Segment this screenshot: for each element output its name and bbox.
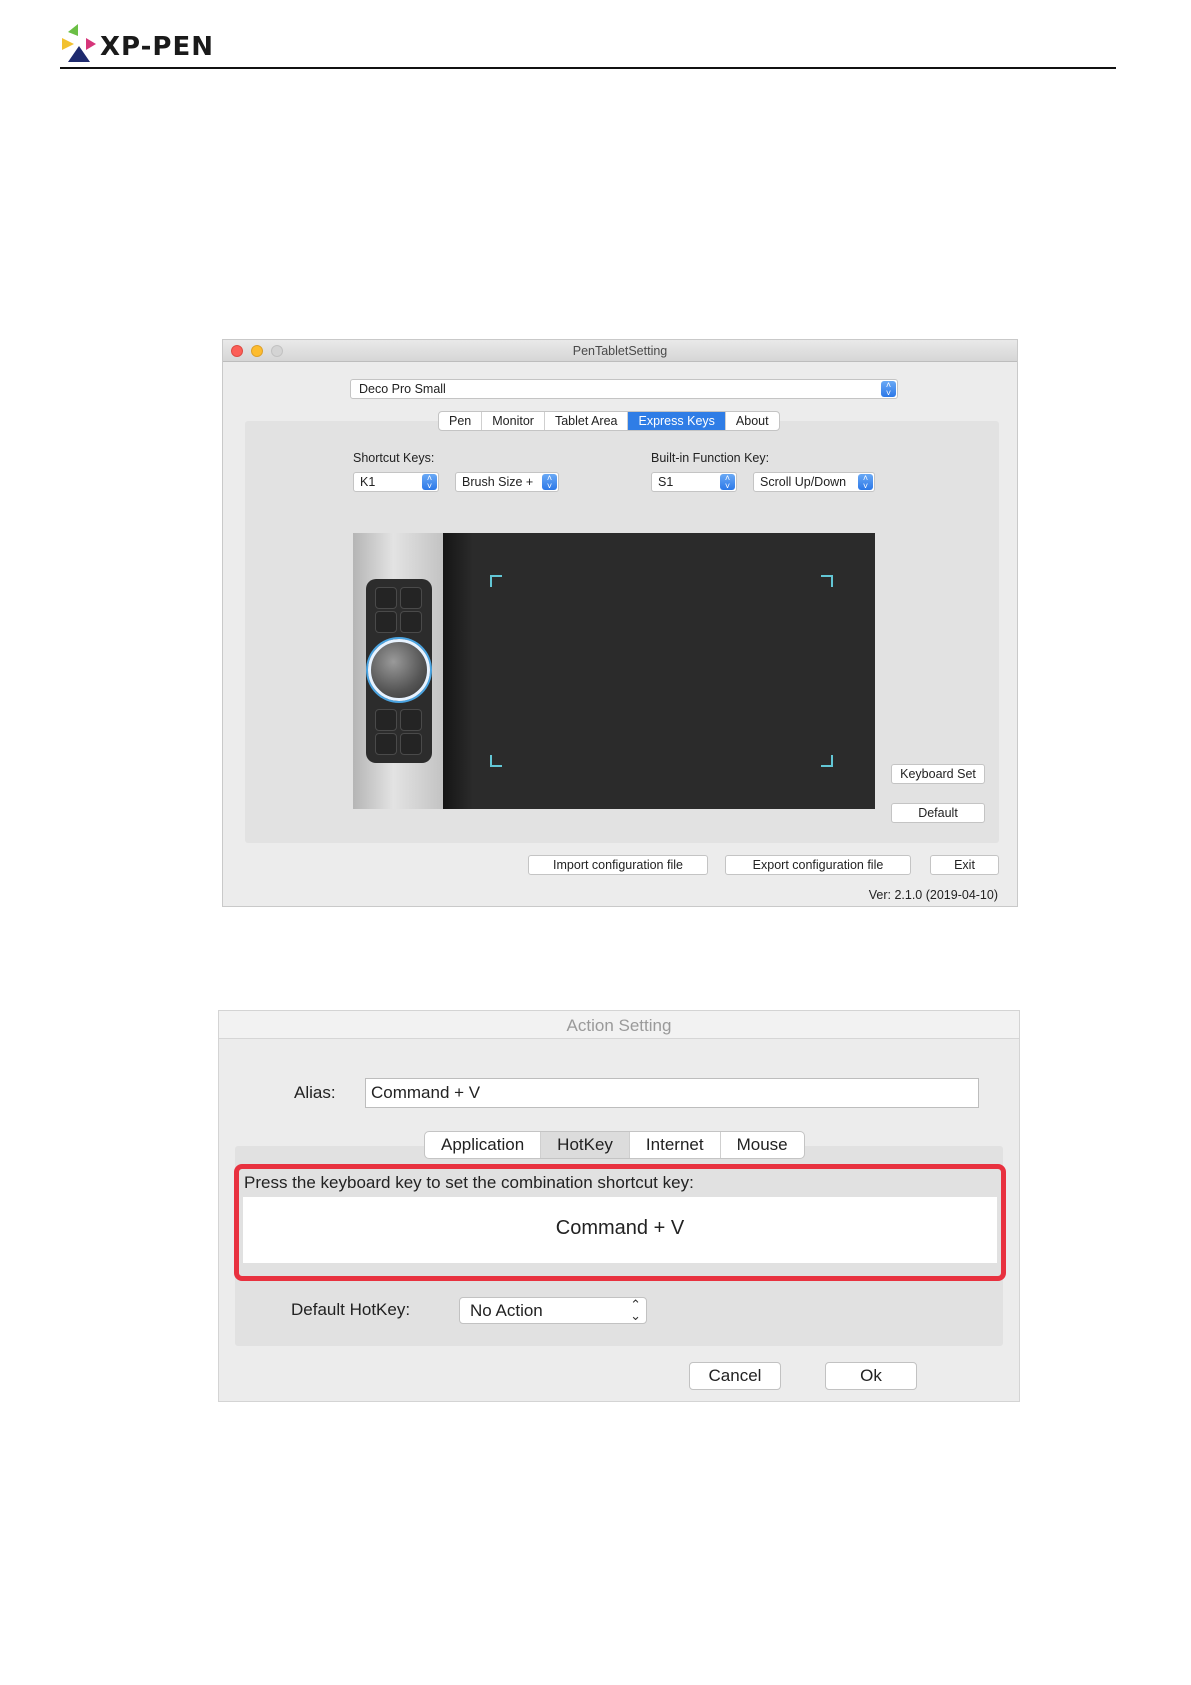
- export-configuration-button[interactable]: Export configuration file: [725, 855, 911, 875]
- builtin-action-select[interactable]: Scroll Up/Down ˄ ˅: [753, 472, 875, 492]
- device-select-value: Deco Pro Small: [359, 382, 446, 396]
- import-configuration-button[interactable]: Import configuration file: [528, 855, 708, 875]
- document-header: XP-PEN: [60, 22, 1116, 70]
- shortcut-action-select[interactable]: Brush Size + ˄ ˅: [455, 472, 559, 492]
- builtin-key-value: S1: [658, 475, 674, 489]
- active-area-corner-bottom-left: [490, 755, 502, 767]
- default-hotkey-label: Default HotKey:: [291, 1300, 411, 1319]
- tab-about[interactable]: About: [726, 412, 779, 430]
- keyboard-set-button[interactable]: Keyboard Set: [891, 764, 985, 784]
- exit-button[interactable]: Exit: [930, 855, 999, 875]
- hotkey-instruction: Press the keyboard key to set the combin…: [244, 1173, 694, 1192]
- express-key-k2[interactable]: [400, 587, 422, 609]
- rotary-dial[interactable]: [368, 639, 430, 701]
- default-hotkey-select[interactable]: No Action ⌃ ⌄: [459, 1297, 647, 1324]
- express-key-k6[interactable]: [400, 709, 422, 731]
- active-area-corner-top-left: [490, 575, 502, 587]
- chevron-updown-icon: ˄ ˅: [881, 381, 896, 398]
- builtin-function-key-label: Built-in Function Key:: [651, 451, 770, 465]
- default-hotkey-value: No Action: [470, 1301, 543, 1320]
- builtin-action-value: Scroll Up/Down: [760, 475, 847, 489]
- express-key-k8[interactable]: [400, 733, 422, 755]
- chevron-updown-icon: ˄ ˅: [422, 474, 437, 491]
- active-area-corner-top-right: [821, 575, 833, 587]
- alias-label: Alias:: [294, 1083, 336, 1102]
- tab-express-keys[interactable]: Express Keys: [628, 412, 726, 430]
- tablet-edge-shadow: [443, 533, 473, 809]
- pen-tablet-setting-window: PenTabletSetting Deco Pro Small ˄ ˅ Pen M…: [222, 339, 1018, 907]
- title-bar: Action Setting: [219, 1011, 1019, 1039]
- action-setting-dialog: Action Setting Alias: Command + V Applic…: [218, 1010, 1020, 1402]
- shortcut-key-value: K1: [360, 475, 376, 489]
- device-select[interactable]: Deco Pro Small ˄ ˅: [350, 379, 898, 399]
- active-area-corner-bottom-right: [821, 755, 833, 767]
- action-type-tab-bar: Application HotKey Internet Mouse: [424, 1131, 805, 1159]
- chevron-updown-icon: ˄ ˅: [720, 474, 735, 491]
- express-key-k7[interactable]: [375, 733, 397, 755]
- express-key-k5[interactable]: [375, 709, 397, 731]
- tab-mouse[interactable]: Mouse: [721, 1132, 804, 1158]
- dialog-title: Action Setting: [566, 1016, 672, 1035]
- cancel-button[interactable]: Cancel: [689, 1362, 781, 1390]
- header-rule: [60, 67, 1116, 69]
- tab-application[interactable]: Application: [425, 1132, 542, 1158]
- xp-pen-logo-mark-icon: [62, 24, 96, 62]
- tab-pen[interactable]: Pen: [439, 412, 483, 430]
- window-title: PenTabletSetting: [572, 344, 668, 358]
- title-bar: PenTabletSetting: [223, 340, 1017, 362]
- alias-input[interactable]: Command + V: [365, 1078, 979, 1108]
- shortcut-keys-label: Shortcut Keys:: [353, 451, 435, 465]
- builtin-key-select[interactable]: S1 ˄ ˅: [651, 472, 737, 492]
- express-key-k3[interactable]: [375, 611, 397, 633]
- version-label: Ver: 2.1.0 (2019-04-10): [868, 888, 998, 902]
- chevron-updown-icon: ˄ ˅: [542, 474, 557, 491]
- tab-monitor[interactable]: Monitor: [482, 412, 545, 430]
- chevron-updown-icon: ⌃ ⌄: [630, 1297, 641, 1323]
- express-keypad: [366, 579, 432, 763]
- express-key-k4[interactable]: [400, 611, 422, 633]
- tablet-illustration: [353, 533, 875, 809]
- express-key-k1[interactable]: [375, 587, 397, 609]
- settings-tab-bar: Pen Monitor Tablet Area Express Keys Abo…: [438, 411, 780, 431]
- logo-text: XP-PEN: [100, 32, 215, 62]
- chevron-updown-icon: ˄ ˅: [858, 474, 873, 491]
- tab-tablet-area[interactable]: Tablet Area: [545, 412, 629, 430]
- tab-hotkey[interactable]: HotKey: [541, 1132, 630, 1158]
- xp-pen-logo: XP-PEN: [60, 22, 230, 66]
- default-button[interactable]: Default: [891, 803, 985, 823]
- tablet-key-strip: [353, 533, 443, 809]
- shortcut-action-value: Brush Size +: [462, 475, 534, 489]
- ok-button[interactable]: Ok: [825, 1362, 917, 1390]
- shortcut-key-select[interactable]: K1 ˄ ˅: [353, 472, 439, 492]
- tab-internet[interactable]: Internet: [630, 1132, 721, 1158]
